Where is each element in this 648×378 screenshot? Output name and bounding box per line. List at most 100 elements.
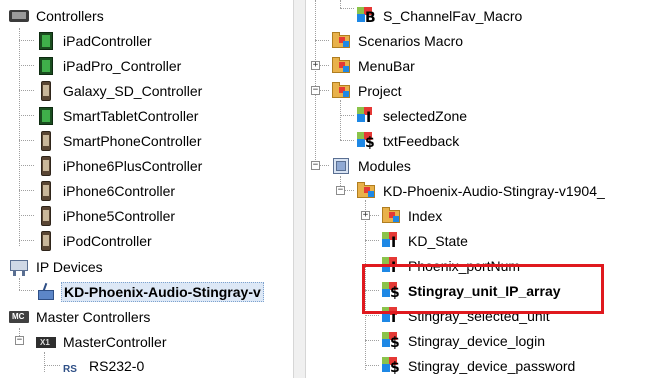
tree-node-galaxy-controller[interactable]: Galaxy_SD_Controller: [36, 78, 204, 103]
tree-node-master-controller[interactable]: X1 MasterController: [36, 329, 168, 354]
collapse-toggle[interactable]: −: [311, 86, 320, 95]
tree-node-ipad-controller[interactable]: iPadController: [36, 28, 154, 53]
tree-node-project[interactable]: Project: [331, 78, 404, 103]
tree-node-scenarios-macro[interactable]: Scenarios Macro: [331, 28, 465, 53]
annotation-highlight-box: [362, 264, 604, 314]
tree-line: [19, 140, 34, 141]
tree-line: [44, 365, 60, 366]
string-variable-icon: $: [381, 331, 401, 351]
tree-node-label: SmartTabletController: [63, 107, 199, 124]
right-tree-pane[interactable]: + − − − + B S_ChannelFav_Macro Scenarios…: [306, 0, 648, 378]
tablet-device-icon: [36, 106, 56, 126]
tree-node-label: txtFeedback: [383, 132, 460, 149]
tree-node-kd-state[interactable]: I KD_State: [381, 228, 470, 253]
tree-node-label: iPadPro_Controller: [63, 57, 182, 74]
collapse-toggle[interactable]: −: [311, 161, 320, 170]
macro-variable-icon: B: [356, 6, 376, 26]
tree-line: [19, 215, 34, 216]
tree-node-label: iPhone6PlusController: [63, 157, 203, 174]
expand-toggle[interactable]: +: [311, 61, 320, 70]
folder-open-icon: [331, 81, 351, 101]
ip-device-icon: [36, 282, 56, 302]
tree-node-iphone6plus-controller[interactable]: iPhone6PlusController: [36, 153, 204, 178]
tree-node-selected-zone[interactable]: I selectedZone: [356, 103, 469, 128]
tree-node-rs232[interactable]: RS RS232-0: [62, 353, 146, 378]
folder-icon: [331, 56, 351, 76]
folder-icon: [331, 31, 351, 51]
tree-line: [19, 40, 34, 41]
expand-toggle[interactable]: +: [361, 211, 370, 220]
phone-device-icon: [36, 155, 56, 176]
tree-line: [320, 90, 329, 91]
tree-node-label: Stingray_device_login: [408, 332, 545, 349]
tree-line: [340, 0, 341, 8]
tree-node-stingray-device-login[interactable]: $ Stingray_device_login: [381, 328, 547, 353]
tree-line: [345, 190, 354, 191]
tree-node-label: Stingray_device_password: [408, 357, 576, 374]
tree-node-modules[interactable]: Modules: [331, 153, 413, 178]
tree-line: [19, 65, 34, 66]
folder-icon: [381, 206, 401, 226]
tree-line: [340, 140, 354, 141]
tree-line: [19, 190, 34, 191]
tree-line: [44, 352, 45, 372]
tree-node-label: IP Devices: [36, 258, 103, 275]
tree-line: [365, 340, 379, 341]
tree-line: [365, 240, 379, 241]
tree-node-label: KD-Phoenix-Audio-Stingray-v1904_: [383, 182, 605, 199]
tree-node-smartphone-controller[interactable]: SmartPhoneController: [36, 128, 204, 153]
tree-node-iphone5-controller[interactable]: iPhone5Controller: [36, 203, 177, 228]
tree-line: [340, 100, 341, 140]
tree-line: [19, 165, 34, 166]
pane-splitter[interactable]: [293, 0, 306, 378]
tree-node-stingray-device-password[interactable]: $ Stingray_device_password: [381, 353, 577, 378]
tree-node-kd-phoenix-device[interactable]: KD-Phoenix-Audio-Stingray-v: [36, 279, 264, 304]
tree-node-label: iPodController: [63, 232, 152, 249]
tree-line: [365, 365, 379, 366]
module-icon: [356, 181, 376, 201]
modules-icon: [331, 156, 351, 176]
tree-node-ipod-controller[interactable]: iPodController: [36, 228, 154, 253]
tree-node-iphone6-controller[interactable]: iPhone6Controller: [36, 178, 177, 203]
tree-node-label: Project: [358, 82, 402, 99]
serial-port-icon: RS: [63, 363, 77, 375]
tree-node-master-controllers[interactable]: MC Master Controllers: [9, 304, 152, 329]
tree-node-label: S_ChannelFav_Macro: [383, 7, 523, 24]
tablet-device-icon: [36, 31, 56, 51]
tree-line: [19, 278, 20, 290]
tree-node-menubar[interactable]: MenuBar: [331, 53, 417, 78]
tree-node-index[interactable]: Index: [381, 203, 444, 228]
tree-node-label: Master Controllers: [36, 308, 151, 325]
string-variable-icon: $: [381, 356, 401, 376]
tree-node-label: Index: [408, 207, 443, 224]
controller-unit-icon: X1: [36, 332, 56, 352]
tree-line: [370, 215, 379, 216]
tree-node-label: SmartPhoneController: [63, 132, 202, 149]
collapse-toggle[interactable]: −: [336, 186, 345, 195]
tree-node-ipadpro-controller[interactable]: iPadPro_Controller: [36, 53, 183, 78]
tree-node-label: iPadController: [63, 32, 152, 49]
phone-device-icon: [36, 130, 56, 151]
phone-device-icon: [36, 80, 56, 101]
tree-line: [320, 165, 329, 166]
tree-node-controllers[interactable]: Controllers: [9, 3, 106, 28]
tree-node-label: Scenarios Macro: [358, 32, 464, 49]
tree-line: [19, 240, 34, 241]
tree-node-label: selectedZone: [383, 107, 468, 124]
tree-node-smarttablet-controller[interactable]: SmartTabletController: [36, 103, 200, 128]
controllers-group-icon: [9, 6, 29, 26]
tree-node-label: KD_State: [408, 232, 468, 249]
tree-node-ip-devices[interactable]: IP Devices: [9, 254, 105, 279]
tree-node-kd-phoenix-module[interactable]: KD-Phoenix-Audio-Stingray-v1904_: [356, 178, 607, 203]
master-controller-group-icon: MC: [9, 307, 29, 327]
tree-node-channel-fav-macro[interactable]: B S_ChannelFav_Macro: [356, 3, 524, 28]
tree-node-txt-feedback[interactable]: $ txtFeedback: [356, 128, 461, 153]
tree-line: [340, 115, 354, 116]
phone-device-icon: [36, 180, 56, 201]
collapse-toggle[interactable]: −: [15, 336, 24, 345]
left-tree-pane[interactable]: − Controllers iPadController iPadPro_Con…: [0, 0, 293, 378]
tree-line: [315, 40, 329, 41]
tree-node-label: Controllers: [36, 7, 104, 24]
integer-variable-icon: I: [381, 231, 401, 251]
tree-line: [19, 90, 34, 91]
